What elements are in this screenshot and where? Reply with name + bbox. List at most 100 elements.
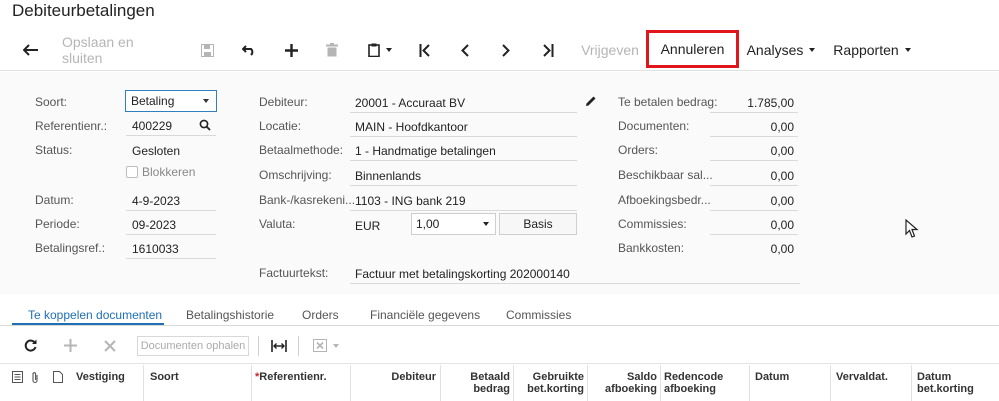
location-input[interactable]: MAIN - Hoofdkantoor <box>355 120 468 134</box>
customer-input[interactable]: 20001 - Accuraat BV <box>355 96 465 110</box>
column-divider <box>660 365 661 401</box>
add-row-button[interactable] <box>60 327 80 364</box>
column-balance-writeoff-line2: afboeking <box>605 383 657 395</box>
column-divider <box>251 365 252 401</box>
chevron-down-icon <box>333 343 339 348</box>
documents-label: Documenten: <box>618 119 690 133</box>
column-reference-label: Referentienr. <box>259 371 327 383</box>
plus-icon <box>63 339 77 352</box>
first-record-button[interactable] <box>414 29 436 71</box>
column-branch[interactable]: Vestiging <box>76 365 146 401</box>
release-button[interactable]: Vrijgeven <box>577 29 643 71</box>
bank-costs-label: Bankkosten: <box>618 241 685 255</box>
reference-input[interactable]: 400229 <box>132 119 172 133</box>
note-icon <box>53 365 65 401</box>
description-input[interactable]: Binnenlands <box>355 169 421 183</box>
type-select[interactable]: Betaling <box>125 90 217 112</box>
payment-ref-input[interactable]: 1610033 <box>132 242 179 256</box>
search-icon[interactable] <box>199 119 211 131</box>
column-divider <box>440 365 441 401</box>
commissions-value: 0,00 <box>770 218 794 232</box>
reports-label: Rapporten <box>833 42 899 58</box>
column-date[interactable]: Datum <box>755 365 825 401</box>
column-used-discount-line2: bet.korting <box>527 383 584 395</box>
writeoff-underline <box>710 210 798 211</box>
last-record-button[interactable] <box>537 29 559 71</box>
column-reason-code[interactable]: Redencode afboeking <box>664 365 746 401</box>
delete-button[interactable] <box>321 29 343 71</box>
previous-record-button[interactable] <box>454 29 476 71</box>
status-value: Gesloten <box>132 144 181 158</box>
undo-button[interactable] <box>238 29 260 71</box>
last-icon <box>543 43 554 57</box>
copy-paste-menu[interactable] <box>362 29 398 71</box>
date-label: Datum: <box>35 193 74 207</box>
column-balance-writeoff[interactable]: Saldo afboeking <box>589 365 657 401</box>
save-close-button[interactable]: Opslaan en sluiten <box>62 29 177 71</box>
basis-button[interactable]: Basis <box>499 213 577 235</box>
row-selector-icon <box>12 365 24 401</box>
customer-underline <box>350 112 577 113</box>
load-documents-button[interactable]: Documenten ophalen <box>137 336 249 356</box>
block-checkbox[interactable] <box>126 166 138 178</box>
column-customer[interactable]: Debiteur <box>352 365 436 401</box>
chevron-down-icon <box>483 222 489 226</box>
tab-documents-to-apply[interactable]: Te koppelen documenten <box>28 308 162 322</box>
refresh-button[interactable] <box>20 327 40 364</box>
location-underline <box>350 136 577 137</box>
tab-orders[interactable]: Orders <box>302 308 339 322</box>
cancel-button[interactable]: Annuleren <box>646 30 739 68</box>
column-reference[interactable]: *Referentienr. <box>255 365 365 401</box>
type-label: Soort: <box>35 95 68 109</box>
chevron-down-icon <box>203 99 209 103</box>
undo-icon <box>242 45 254 56</box>
reports-menu[interactable]: Rapporten <box>829 29 915 71</box>
period-label: Periode: <box>35 217 80 231</box>
tab-payment-history[interactable]: Betalingshistorie <box>186 308 274 322</box>
edit-pencil-icon[interactable] <box>585 95 597 107</box>
date-input[interactable]: 4-9-2023 <box>132 194 180 208</box>
column-type[interactable]: Soort <box>150 365 250 401</box>
save-button[interactable] <box>196 29 218 71</box>
block-label: Blokkeren <box>142 165 196 179</box>
exchange-rate-select[interactable]: 1,00 <box>411 213 496 235</box>
arrow-left-icon <box>23 44 38 56</box>
orders-underline <box>710 160 798 161</box>
column-paid-amount[interactable]: Betaald bedrag <box>442 365 510 401</box>
column-used-discount[interactable]: Gebruikte bet.korting <box>515 365 584 401</box>
export-excel-menu[interactable] <box>308 327 344 364</box>
toolbar-separator <box>298 336 299 356</box>
excel-icon <box>313 339 327 352</box>
add-button[interactable] <box>280 29 302 71</box>
fit-columns-button[interactable] <box>268 327 290 364</box>
column-divider <box>749 365 750 401</box>
payment-method-input[interactable]: 1 - Handmatige betalingen <box>355 144 496 158</box>
column-used-discount-line1: Gebruikte <box>532 371 584 383</box>
period-input[interactable]: 09-2023 <box>132 218 176 232</box>
column-divider <box>587 365 588 401</box>
back-button[interactable] <box>18 29 44 71</box>
bank-account-underline <box>350 210 577 211</box>
invoice-text-input[interactable]: Factuur met betalingskorting 202000140 <box>355 267 570 281</box>
column-reason-code-line1: Redencode <box>664 371 724 383</box>
bank-account-input[interactable]: 1103 - ING bank 219 <box>355 194 466 208</box>
column-divider <box>143 365 144 401</box>
chevron-down-icon <box>386 48 392 52</box>
next-record-button[interactable] <box>495 29 517 71</box>
analyses-label: Analyses <box>746 42 804 58</box>
tab-financial-details[interactable]: Financiële gegevens <box>370 308 480 322</box>
invoice-text-underline <box>350 283 800 284</box>
column-discount-date[interactable]: Datum bet.korting <box>917 365 995 401</box>
tab-commissions[interactable]: Commissies <box>506 308 571 322</box>
delete-row-button[interactable] <box>100 327 120 364</box>
analyses-menu[interactable]: Analyses <box>743 29 819 71</box>
trash-icon <box>326 43 338 57</box>
writeoff-value: 0,00 <box>770 194 794 208</box>
currency-value[interactable]: EUR <box>355 219 380 233</box>
column-due-date[interactable]: Vervaldat. <box>836 365 906 401</box>
amount-due-underline <box>710 112 798 113</box>
toolbar-separator <box>258 336 259 356</box>
available-balance-value: 0,00 <box>770 169 794 183</box>
payment-form: Soort: Betaling Referentienr.: 400229 St… <box>0 72 999 294</box>
column-discount-date-line2: bet.korting <box>917 383 974 395</box>
